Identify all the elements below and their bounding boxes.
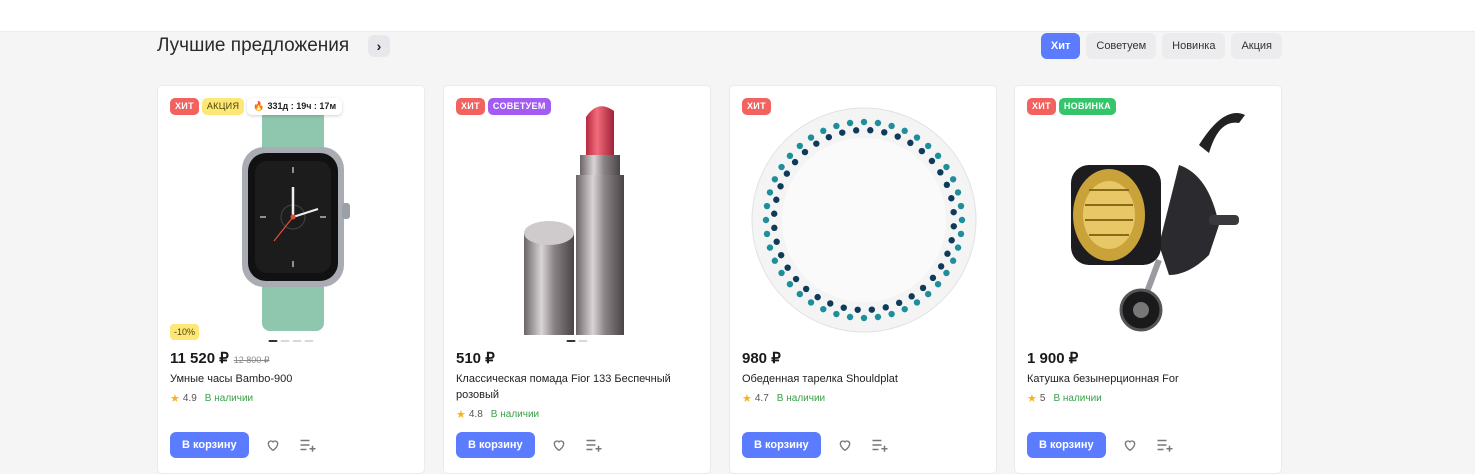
discount-badge: -10% xyxy=(170,324,200,340)
badge-group: ХИТ xyxy=(742,98,771,115)
card-actions: В корзину xyxy=(1027,432,1176,458)
card-actions: В корзину xyxy=(456,432,605,458)
filter-tabs: Хит Советуем Новинка Акция xyxy=(1040,33,1282,59)
price-row: 1 900 ₽ xyxy=(1027,349,1078,367)
product-name[interactable]: Катушка безынерционная For xyxy=(1027,371,1272,387)
badge-hit: ХИТ xyxy=(742,98,771,115)
heart-icon[interactable] xyxy=(1119,434,1141,456)
badge-sale: АКЦИЯ xyxy=(201,98,245,115)
product-name[interactable]: Обеденная тарелка Shouldplat xyxy=(742,371,987,387)
rating-row: ★ 4.8 В наличии xyxy=(456,408,539,421)
compare-list-icon[interactable] xyxy=(1154,434,1176,456)
badge-hit: ХИТ xyxy=(456,98,485,115)
rating-value: 4.9 xyxy=(182,393,197,404)
heart-icon[interactable] xyxy=(548,434,570,456)
lipstick-image[interactable] xyxy=(444,104,712,336)
compare-list-icon[interactable] xyxy=(297,434,319,456)
product-name[interactable]: Умные часы Bambo-900 xyxy=(170,371,415,387)
product-card[interactable]: ХИТ СОВЕТУЕМ 510 ₽ Классическая помада F… xyxy=(443,85,711,474)
heart-icon[interactable] xyxy=(262,434,284,456)
countdown-timer: 🔥 331д : 19ч : 17м xyxy=(247,98,343,115)
badge-new: НОВИНКА xyxy=(1058,98,1116,115)
filter-tab-new[interactable]: Новинка xyxy=(1162,33,1226,59)
add-to-cart-button[interactable]: В корзину xyxy=(456,432,535,458)
smartwatch-image[interactable] xyxy=(158,104,426,336)
product-card[interactable]: ХИТ НОВИНКА 1 900 ₽ Катушка безынерционн… xyxy=(1014,85,1282,474)
filter-tab-hit[interactable]: Хит xyxy=(1040,33,1081,59)
section-title: Лучшие предложения xyxy=(157,35,350,56)
section-header: Лучшие предложения › Хит Советуем Новинк… xyxy=(157,33,1282,59)
rating-value: 5 xyxy=(1039,393,1046,404)
product-name[interactable]: Классическая помада Fior 133 Беспечный р… xyxy=(456,371,701,403)
image-pagination[interactable] xyxy=(566,340,588,342)
plate-image[interactable] xyxy=(730,104,998,336)
add-to-cart-button[interactable]: В корзину xyxy=(1027,432,1106,458)
price-row: 11 520 ₽ 12 800 ₽ xyxy=(170,349,270,367)
image-pagination[interactable] xyxy=(268,340,314,342)
compare-list-icon[interactable] xyxy=(583,434,605,456)
price: 510 ₽ xyxy=(456,350,495,367)
badge-group: ХИТ СОВЕТУЕМ xyxy=(456,98,551,115)
stock-status: В наличии xyxy=(1053,393,1102,404)
card-actions: В корзину xyxy=(170,432,319,458)
price: 11 520 ₽ xyxy=(170,350,229,367)
chevron-right-icon[interactable]: › xyxy=(368,35,390,57)
filter-tab-recommend[interactable]: Советуем xyxy=(1086,33,1157,59)
compare-list-icon[interactable] xyxy=(869,434,891,456)
stock-status: В наличии xyxy=(776,393,826,404)
filter-tab-sale[interactable]: Акция xyxy=(1231,33,1282,59)
price: 980 ₽ xyxy=(742,350,781,367)
add-to-cart-button[interactable]: В корзину xyxy=(742,432,821,458)
price: 1 900 ₽ xyxy=(1027,350,1079,367)
badge-hit: ХИТ xyxy=(170,98,199,115)
badge-hit: ХИТ xyxy=(1027,98,1056,115)
star-icon: ★ xyxy=(170,393,180,405)
card-actions: В корзину xyxy=(742,432,891,458)
rating-value: 4.7 xyxy=(754,393,769,404)
star-icon: ★ xyxy=(742,393,752,405)
price-row: 980 ₽ xyxy=(742,349,781,367)
product-card[interactable]: ХИТ АКЦИЯ 🔥 331д : 19ч : 17м -10% 11 520… xyxy=(157,85,425,474)
badge-group: ХИТ НОВИНКА xyxy=(1027,98,1116,115)
rating-row: ★ 4.9 В наличии xyxy=(170,392,253,405)
stock-status: В наличии xyxy=(204,393,254,404)
badge-group: ХИТ АКЦИЯ 🔥 331д : 19ч : 17м xyxy=(170,98,343,115)
star-icon: ★ xyxy=(456,409,466,421)
price-row: 510 ₽ xyxy=(456,349,495,367)
star-icon: ★ xyxy=(1027,393,1037,405)
top-bar xyxy=(0,0,1475,32)
fishing-reel-image[interactable] xyxy=(1015,104,1283,336)
old-price: 12 800 ₽ xyxy=(233,355,270,365)
add-to-cart-button[interactable]: В корзину xyxy=(170,432,249,458)
heart-icon[interactable] xyxy=(834,434,856,456)
rating-row: ★ 4.7 В наличии xyxy=(742,392,825,405)
badge-recommend: СОВЕТУЕМ xyxy=(487,98,551,115)
rating-row: ★ 5 В наличии xyxy=(1027,392,1102,405)
stock-status: В наличии xyxy=(490,409,540,420)
product-card[interactable]: ХИТ 980 ₽ Обеденная тарелка Shouldplat ★… xyxy=(729,85,997,474)
rating-value: 4.8 xyxy=(468,409,483,420)
countdown-text: 331д : 19ч : 17м xyxy=(267,101,337,111)
flame-icon: 🔥 xyxy=(253,101,265,111)
